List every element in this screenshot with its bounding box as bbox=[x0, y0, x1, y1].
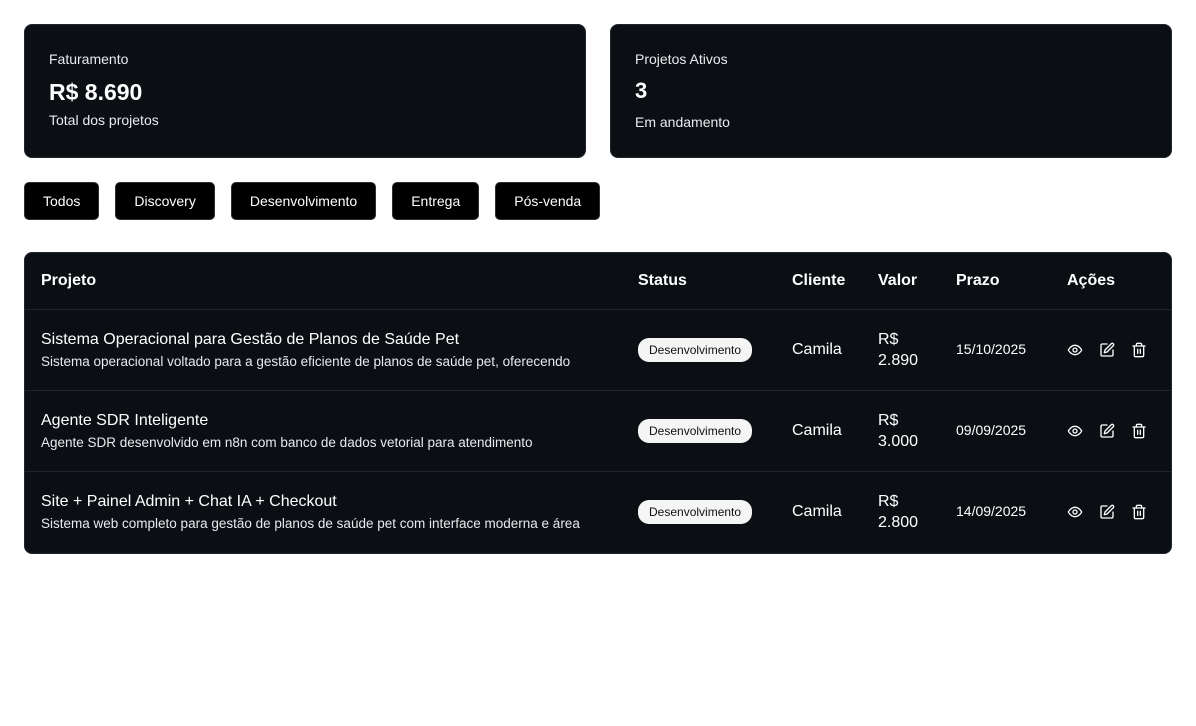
filter-entrega-button[interactable]: Entrega bbox=[392, 182, 480, 220]
revenue-value: R$ 8.690 bbox=[49, 79, 143, 105]
table-row[interactable]: Sistema Operacional para Gestão de Plano… bbox=[25, 309, 1171, 391]
revenue-label: Faturamento bbox=[49, 51, 129, 67]
header-projeto: Projeto bbox=[25, 253, 622, 310]
project-description: Sistema operacional voltado para a gestã… bbox=[41, 353, 571, 369]
status-badge: Desenvolvimento bbox=[638, 499, 753, 524]
eye-icon[interactable] bbox=[1067, 342, 1083, 358]
project-title: Sistema Operacional para Gestão de Plano… bbox=[41, 330, 460, 348]
header-cliente: Cliente bbox=[776, 253, 862, 310]
status-cell: Desenvolvimento bbox=[622, 390, 776, 472]
client-name: Camila bbox=[792, 421, 842, 439]
client-cell: Camila bbox=[776, 471, 862, 552]
edit-icon[interactable] bbox=[1099, 504, 1115, 520]
filter-desenvolvimento-button[interactable]: Desenvolvimento bbox=[230, 182, 377, 220]
header-valor: Valor bbox=[862, 253, 940, 310]
revenue-subtitle: Total dos projetos bbox=[49, 112, 159, 128]
projects-table: Projeto Status Cliente Valor Prazo Ações… bbox=[24, 252, 1172, 554]
active-projects-card: Projetos Ativos 3 Em andamento bbox=[610, 24, 1172, 158]
status-badge: Desenvolvimento bbox=[638, 337, 753, 362]
status-filter-bar: Todos Discovery Desenvolvimento Entrega … bbox=[24, 182, 616, 220]
header-prazo: Prazo bbox=[940, 253, 1051, 310]
value-cell: R$ 2.800 bbox=[862, 471, 940, 552]
active-projects-value: 3 bbox=[635, 78, 648, 103]
eye-icon[interactable] bbox=[1067, 504, 1083, 520]
project-title: Site + Painel Admin + Chat IA + Checkout bbox=[41, 492, 337, 510]
client-cell: Camila bbox=[776, 309, 862, 391]
eye-icon[interactable] bbox=[1067, 423, 1083, 439]
actions-cell bbox=[1051, 309, 1171, 391]
value-amount: 3.000 bbox=[878, 432, 919, 450]
value-cell: R$ 2.890 bbox=[862, 309, 940, 391]
deadline-date: 14/09/2025 bbox=[956, 502, 1027, 519]
project-cell: Sistema Operacional para Gestão de Plano… bbox=[25, 309, 622, 391]
edit-icon[interactable] bbox=[1099, 342, 1115, 358]
table-row[interactable]: Agente SDR Inteligente Agente SDR desenv… bbox=[25, 390, 1171, 472]
value-amount: 2.890 bbox=[878, 351, 919, 369]
revenue-card: Faturamento R$ 8.690 Total dos projetos bbox=[24, 24, 586, 158]
project-cell: Agente SDR Inteligente Agente SDR desenv… bbox=[25, 390, 622, 472]
deadline-cell: 09/09/2025 bbox=[940, 390, 1051, 472]
actions-cell bbox=[1051, 471, 1171, 552]
deadline-date: 09/09/2025 bbox=[956, 421, 1027, 438]
trash-icon[interactable] bbox=[1131, 504, 1147, 520]
client-name: Camila bbox=[792, 502, 842, 520]
active-projects-subtitle: Em andamento bbox=[635, 114, 730, 130]
filter-pos-venda-button[interactable]: Pós-venda bbox=[495, 182, 601, 220]
active-projects-label: Projetos Ativos bbox=[635, 51, 728, 67]
project-cell: Site + Painel Admin + Chat IA + Checkout… bbox=[25, 471, 622, 552]
deadline-date: 15/10/2025 bbox=[956, 340, 1027, 357]
client-cell: Camila bbox=[776, 390, 862, 472]
value-currency: R$ bbox=[878, 330, 899, 348]
status-badge: Desenvolvimento bbox=[638, 418, 753, 443]
value-amount: 2.800 bbox=[878, 513, 919, 531]
value-currency: R$ bbox=[878, 492, 899, 510]
header-acoes: Ações bbox=[1051, 253, 1171, 310]
deadline-cell: 15/10/2025 bbox=[940, 309, 1051, 391]
status-cell: Desenvolvimento bbox=[622, 471, 776, 552]
value-cell: R$ 3.000 bbox=[862, 390, 940, 472]
trash-icon[interactable] bbox=[1131, 423, 1147, 439]
status-cell: Desenvolvimento bbox=[622, 309, 776, 391]
project-description: Sistema web completo para gestão de plan… bbox=[41, 515, 580, 531]
header-status: Status bbox=[622, 253, 776, 310]
edit-icon[interactable] bbox=[1099, 423, 1115, 439]
actions-cell bbox=[1051, 390, 1171, 472]
client-name: Camila bbox=[792, 340, 842, 358]
project-description: Agente SDR desenvolvido em n8n com banco… bbox=[41, 434, 533, 450]
filter-todos-button[interactable]: Todos bbox=[24, 182, 100, 220]
trash-icon[interactable] bbox=[1131, 342, 1147, 358]
filter-discovery-button[interactable]: Discovery bbox=[115, 182, 215, 220]
project-title: Agente SDR Inteligente bbox=[41, 411, 209, 429]
table-header-row: Projeto Status Cliente Valor Prazo Ações bbox=[25, 253, 1171, 310]
table-row[interactable]: Site + Painel Admin + Chat IA + Checkout… bbox=[25, 471, 1171, 552]
deadline-cell: 14/09/2025 bbox=[940, 471, 1051, 552]
value-currency: R$ bbox=[878, 411, 899, 429]
